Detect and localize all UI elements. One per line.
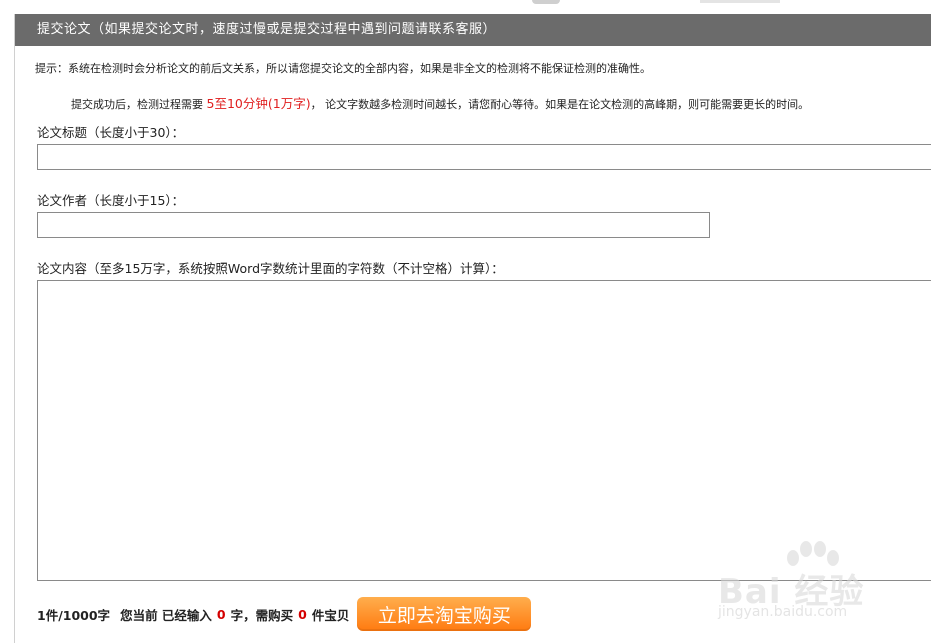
panel-header: 提交论文（如果提交论文时，速度过慢或是提交过程中遇到问题请联系客服） <box>15 14 931 46</box>
items-count: 0 <box>298 606 307 622</box>
submit-paper-panel: 提交论文（如果提交论文时，速度过慢或是提交过程中遇到问题请联系客服） 提示：系统… <box>14 14 931 643</box>
items-suffix: 件宝贝 <box>311 607 350 623</box>
content-label: 论文内容（至多15万字，系统按照Word字数统计里面的字符数（不计空格）计算）： <box>37 261 504 276</box>
author-input[interactable] <box>37 212 710 238</box>
tip-line-2: 提交成功后，检测过程需要 5至10分钟(1万字)， 论文字数越多检测时间越长，请… <box>71 93 809 112</box>
tip-line-1: 提示：系统在检测时会分析论文的前后文关系，所以请您提交论文的全部内容，如果是非全… <box>35 62 651 75</box>
rate-text: 1件/1000字 <box>37 607 111 623</box>
content-textarea[interactable] <box>37 280 931 581</box>
tip-line-2-text-b: ， 论文字数越多检测时间越长，请您耐心等待。如果是在论文检测的高峰期，则可能需要… <box>310 98 810 111</box>
tip-line-2-text-a: 提交成功后，检测过程需要 <box>71 98 207 111</box>
title-input[interactable] <box>37 144 931 170</box>
top-tab-edge <box>532 0 560 4</box>
chars-suffix: 字，需购买 <box>230 607 294 623</box>
purchase-footer: 1件/1000字 您当前 已经输入 0 字，需购买 0 件宝贝 立即去淘宝购买 <box>37 596 532 632</box>
title-label: 论文标题（长度小于30）： <box>37 125 185 140</box>
author-label: 论文作者（长度小于15）： <box>37 193 185 208</box>
top-strip <box>0 0 931 14</box>
top-edge-line <box>700 0 780 3</box>
buy-on-taobao-button[interactable]: 立即去淘宝购买 <box>357 597 532 631</box>
tip-time-highlight: 5至10分钟(1万字) <box>206 96 311 111</box>
current-input-text: 您当前 已经输入 <box>120 607 212 623</box>
chars-count: 0 <box>216 606 226 622</box>
